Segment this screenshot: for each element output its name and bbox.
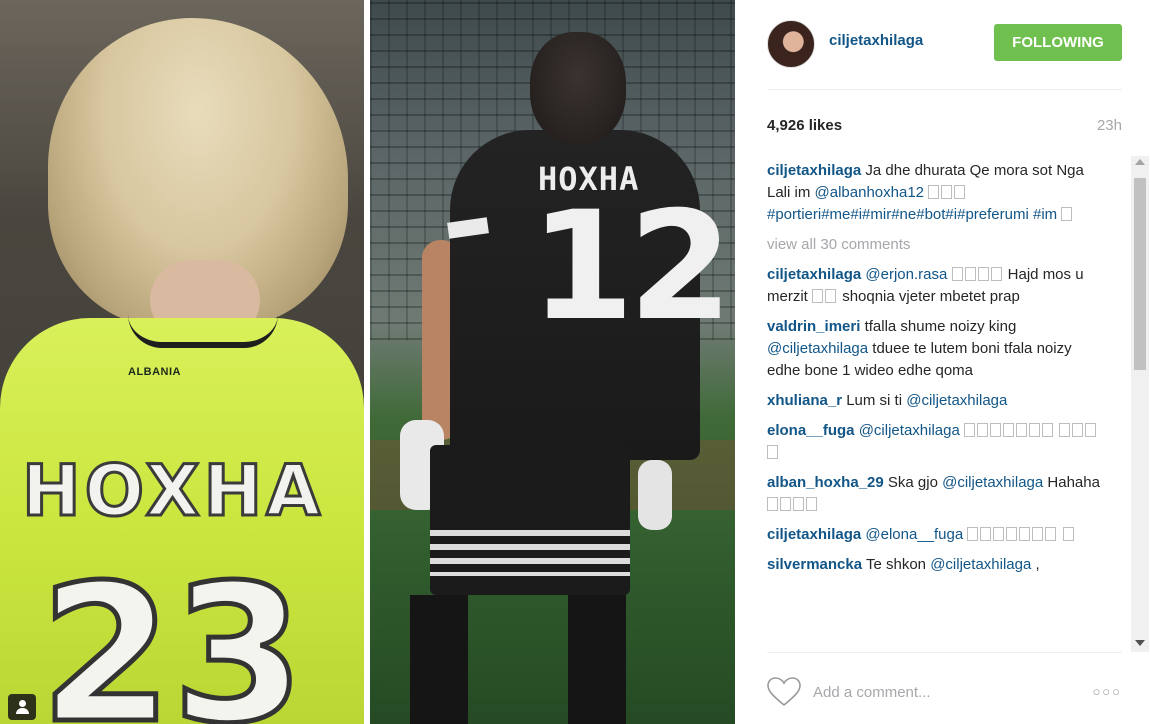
list-item: xhuliana_r Lum si ti @ciljetaxhilaga [767, 390, 1107, 412]
post-side-panel: ciljetaxhilaga FOLLOWING 4,926 likes 23h… [735, 0, 1150, 724]
comment-username[interactable]: ciljetaxhilaga [767, 266, 861, 283]
view-all-comments[interactable]: view all 30 comments [767, 234, 1107, 256]
comment-text-2: shoqnia vjeter mbetet prap [842, 288, 1020, 305]
user-tag-icon[interactable] [8, 694, 36, 720]
jersey-number-left: 23 [37, 544, 306, 724]
comment-mention[interactable]: @ciljetaxhilaga [859, 422, 960, 439]
jersey-mark: ALBANIA [128, 366, 181, 378]
likes-count[interactable]: 4,926 likes [767, 117, 842, 134]
jersey-name-left: HOXHA [20, 449, 325, 534]
owner-username[interactable]: ciljetaxhilaga [829, 32, 923, 49]
post-age[interactable]: 23h [1097, 117, 1122, 134]
post-meta: 4,926 likes 23h [767, 117, 1122, 137]
comment-text: tfalla shume noizy king [864, 318, 1017, 335]
caption-mention[interactable]: @albanhoxha12 [815, 184, 924, 201]
comment-text-2: Hahaha [1047, 474, 1100, 491]
comment-mention[interactable]: @ciljetaxhilaga [906, 392, 1007, 409]
comments-list: ciljetaxhilaga Ja dhe dhurata Qe mora so… [767, 160, 1107, 652]
player-leg-left [410, 595, 468, 724]
comment-username[interactable]: valdrin_imeri [767, 318, 860, 335]
add-comment-input[interactable] [813, 679, 1063, 705]
avatar[interactable] [767, 20, 815, 68]
comments-scrollbar[interactable] [1131, 156, 1149, 652]
comment-mention[interactable]: @erjon.rasa [865, 266, 947, 283]
list-item: alban_hoxha_29 Ska gjo @ciljetaxhilaga H… [767, 472, 1107, 516]
player-head [530, 32, 626, 144]
post-header: ciljetaxhilaga FOLLOWING [767, 20, 1122, 90]
comment-mention[interactable]: @ciljetaxhilaga [767, 340, 868, 357]
instagram-post-modal: ALBANIA HOXHA 23 HOXHA 12 ciljetaxhilaga… [0, 0, 1150, 724]
comment-username[interactable]: alban_hoxha_29 [767, 474, 884, 491]
comment-username[interactable]: xhuliana_r [767, 392, 842, 409]
comment-text: Ska gjo [887, 474, 938, 491]
shorts-stripes [430, 530, 630, 576]
list-item: ciljetaxhilaga @erjon.rasa Hajd mos u me… [767, 264, 1107, 308]
comment-text-2: , [1035, 556, 1040, 573]
scroll-thumb[interactable] [1134, 178, 1146, 370]
following-button[interactable]: FOLLOWING [994, 24, 1122, 61]
caption-username[interactable]: ciljetaxhilaga [767, 162, 861, 179]
list-item: elona__fuga @ciljetaxhilaga [767, 420, 1107, 464]
caption: ciljetaxhilaga Ja dhe dhurata Qe mora so… [767, 160, 1107, 226]
comment-mention[interactable]: @elona__fuga [865, 526, 963, 543]
jersey-collar [128, 314, 278, 348]
scroll-down-arrow-icon[interactable] [1135, 640, 1145, 646]
photo-left-half: ALBANIA HOXHA 23 [0, 0, 364, 724]
comment-text: Te shkon [865, 556, 927, 573]
heart-outline-icon[interactable] [767, 677, 801, 707]
comment-username[interactable]: ciljetaxhilaga [767, 526, 861, 543]
ellipsis-icon[interactable]: ○○○ [1092, 684, 1122, 699]
comment-username[interactable]: elona__fuga [767, 422, 855, 439]
caption-hashtags[interactable]: #portieri#me#i#mir#ne#bot#i#preferumi #i… [767, 206, 1057, 223]
photo-right-half: HOXHA 12 [370, 0, 735, 724]
list-item: silvermancka Te shkon @ciljetaxhilaga , [767, 554, 1107, 576]
comment-text: Lum si ti [846, 392, 903, 409]
comment-mention[interactable]: @ciljetaxhilaga [930, 556, 1031, 573]
scroll-up-arrow-icon[interactable] [1135, 159, 1145, 165]
goalkeeper-glove-right [638, 460, 672, 530]
comment-mention[interactable]: @ciljetaxhilaga [942, 474, 1043, 491]
player-leg-right [568, 595, 626, 724]
list-item: valdrin_imeri tfalla shume noizy king @c… [767, 316, 1107, 382]
post-photo[interactable]: ALBANIA HOXHA 23 HOXHA 12 [0, 0, 735, 724]
jersey-number-right: 12 [530, 180, 733, 354]
list-item: ciljetaxhilaga @elona__fuga [767, 524, 1107, 546]
comment-username[interactable]: silvermancka [767, 556, 862, 573]
comment-composer: ○○○ [767, 652, 1122, 724]
